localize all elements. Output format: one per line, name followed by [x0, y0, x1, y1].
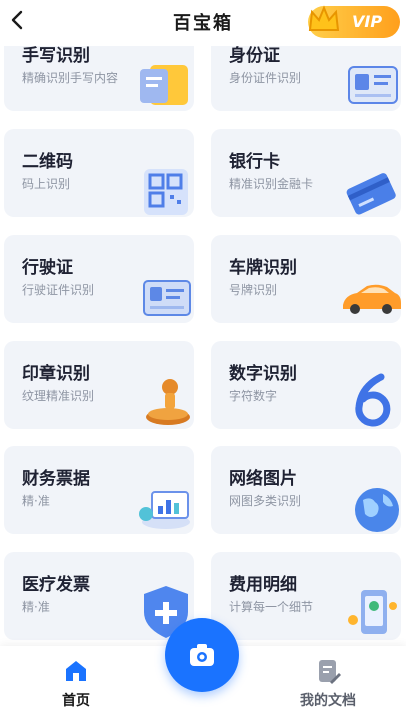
card-driving-license[interactable]: 行驶证 行驶证件识别: [4, 235, 194, 323]
card-title: 行驶证: [22, 258, 73, 278]
card-title: 费用明细: [229, 575, 297, 595]
tab-docs-label: 我的文档: [300, 693, 356, 709]
card-subtitle: 精·准: [22, 600, 50, 614]
card-medical-invoice[interactable]: 医疗发票 精·准: [4, 552, 194, 640]
top-bar: 百宝箱 VIP: [0, 0, 406, 46]
tab-home[interactable]: 首页: [16, 646, 136, 716]
card-title: 医疗发票: [22, 575, 90, 595]
card-subtitle: 号牌识别: [229, 283, 278, 297]
camera-button[interactable]: [165, 618, 239, 692]
id-card-icon: [348, 66, 398, 104]
handwriting-icon: [140, 65, 188, 105]
card-expense-detail[interactable]: 费用明细 计算每一个细节: [211, 552, 401, 640]
card-title: 数字识别: [229, 364, 297, 384]
card-subtitle: 网图多类识别: [229, 494, 302, 508]
camera-icon: [190, 644, 214, 666]
card-subtitle: 码上识别: [22, 177, 71, 191]
digit-six-icon: [355, 373, 391, 427]
expense-phone-icon: [348, 590, 397, 634]
tool-grid: 手写识别 精确识别手写内容 身份证 身份证件识别 二维码 码上识别 银行卡 精准…: [0, 0, 406, 646]
card-plate[interactable]: 车牌识别 号牌识别: [211, 235, 401, 323]
card-subtitle: 身份证件识别: [229, 71, 302, 85]
card-title: 银行卡: [229, 152, 280, 172]
tab-home-label: 首页: [62, 693, 90, 709]
card-title: 车牌识别: [229, 258, 297, 278]
card-subtitle: 行驶证件识别: [22, 283, 95, 297]
card-digit[interactable]: 数字识别 字符数字: [211, 341, 401, 429]
home-icon: [66, 661, 86, 681]
card-subtitle: 精确识别手写内容: [22, 71, 119, 85]
card-web-image[interactable]: 网络图片 网图多类识别: [211, 446, 401, 534]
tab-my-documents[interactable]: 我的文档: [268, 646, 388, 716]
card-subtitle: 计算每一个细节: [229, 600, 314, 614]
card-subtitle: 精·准: [22, 494, 50, 508]
card-title: 网络图片: [229, 469, 297, 489]
bank-card-icon: [346, 173, 396, 215]
card-subtitle: 精准识别金融卡: [229, 177, 314, 191]
card-seal[interactable]: 印章识别 纹理精准识别: [4, 341, 194, 429]
qrcode-icon: [144, 169, 188, 215]
card-subtitle: 纹理精准识别: [22, 389, 95, 403]
card-bank-card[interactable]: 银行卡 精准识别金融卡: [211, 129, 401, 217]
license-card-icon: [143, 280, 191, 316]
stamp-icon: [146, 379, 190, 425]
card-subtitle: 字符数字: [229, 389, 278, 403]
card-title: 财务票据: [22, 469, 90, 489]
vip-label: VIP: [352, 12, 383, 31]
crown-icon: [308, 5, 340, 31]
card-qrcode[interactable]: 二维码 码上识别: [4, 129, 194, 217]
card-title: 印章识别: [22, 364, 90, 384]
globe-icon: [355, 488, 399, 532]
receipt-chart-icon: [139, 491, 190, 529]
card-title: 二维码: [22, 152, 73, 172]
document-edit-icon: [319, 660, 341, 684]
vip-button[interactable]: VIP: [308, 5, 400, 38]
card-finance-receipt[interactable]: 财务票据 精·准: [4, 446, 194, 534]
car-icon: [343, 284, 401, 314]
